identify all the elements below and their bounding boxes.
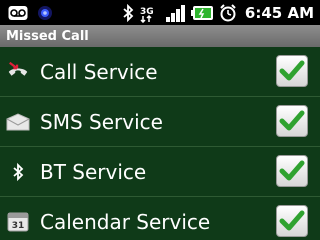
status-clock: 6:45 AM — [244, 3, 314, 22]
list-item-calendar-service[interactable]: 31 Calendar Service — [0, 197, 320, 240]
blue-dot-icon — [36, 4, 54, 22]
list-item-label: BT Service — [40, 159, 147, 184]
bt-service-checkbox[interactable] — [276, 155, 308, 187]
alarm-icon — [219, 3, 237, 22]
voicemail-icon — [8, 5, 28, 21]
list-item-call-service[interactable]: Call Service — [0, 47, 320, 97]
calendar-service-checkbox[interactable] — [276, 205, 308, 237]
bluetooth-icon — [121, 3, 135, 22]
check-icon — [279, 60, 305, 81]
status-bar: 3G 6:45 AM — [0, 0, 320, 25]
check-icon — [279, 110, 305, 131]
svg-text:3G: 3G — [140, 7, 154, 17]
signal-icon — [165, 3, 187, 23]
call-service-checkbox[interactable] — [276, 55, 308, 87]
phone-icon — [6, 60, 30, 84]
calendar-icon: 31 — [6, 210, 30, 234]
battery-icon — [190, 4, 215, 22]
sms-service-checkbox[interactable] — [276, 105, 308, 137]
check-icon — [279, 210, 305, 231]
envelope-icon — [6, 110, 30, 134]
service-list: Call Service SMS Service BT Service 31 C… — [0, 47, 320, 240]
check-icon — [279, 160, 305, 181]
list-item-label: SMS Service — [40, 109, 163, 134]
3g-icon: 3G — [139, 3, 161, 23]
list-item-label: Calendar Service — [40, 209, 211, 234]
svg-text:31: 31 — [12, 221, 25, 231]
title-bar: Missed Call — [0, 25, 320, 47]
list-item-sms-service[interactable]: SMS Service — [0, 97, 320, 147]
list-item-label: Call Service — [40, 59, 158, 84]
page-title: Missed Call — [6, 28, 89, 44]
list-item-bt-service[interactable]: BT Service — [0, 147, 320, 197]
bluetooth-icon — [6, 160, 30, 184]
